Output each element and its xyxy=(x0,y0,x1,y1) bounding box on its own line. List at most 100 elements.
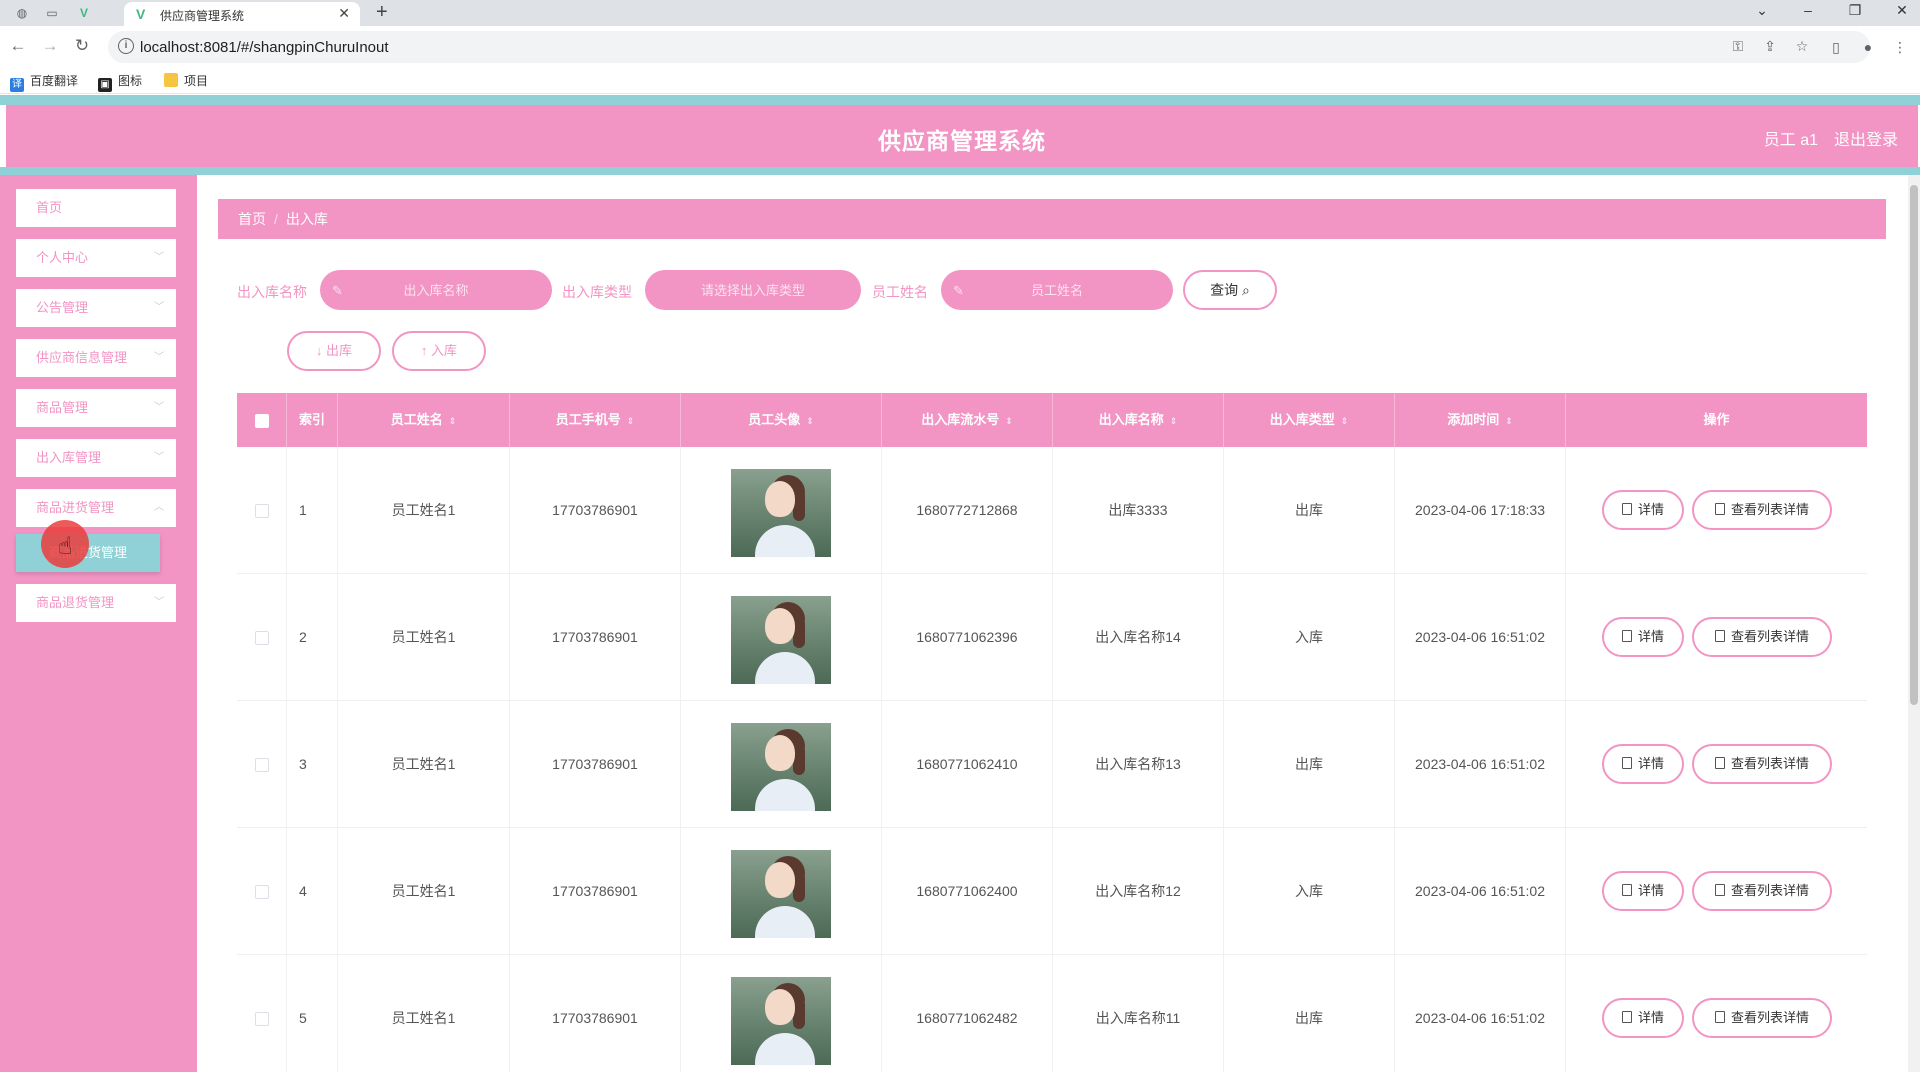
detail-button[interactable]: 详情 xyxy=(1602,617,1684,657)
sort-icon[interactable]: ⇕ xyxy=(449,416,457,426)
row-phone: 17703786901 xyxy=(510,701,681,828)
sidebar-item-home[interactable]: 首页 xyxy=(16,189,176,227)
type-select[interactable] xyxy=(645,270,861,310)
new-tab-icon[interactable]: + xyxy=(376,1,388,24)
staff-avatar[interactable] xyxy=(731,596,831,684)
tab-search-icon[interactable]: ⌄ xyxy=(1752,2,1772,19)
back-icon[interactable]: ← xyxy=(8,36,28,56)
list-detail-button[interactable]: 查看列表详情 xyxy=(1692,617,1832,657)
staff-avatar[interactable] xyxy=(731,850,831,938)
bookmark-project[interactable]: 项目 xyxy=(164,72,208,90)
list-detail-button[interactable]: 查看列表详情 xyxy=(1692,490,1832,530)
url-field[interactable]: i localhost:8081/#/shangpinChuruInout ⚿ … xyxy=(108,31,1870,63)
edit-icon: ✎ xyxy=(332,283,343,298)
row-staff-name: 员工姓名1 xyxy=(338,574,510,701)
table-row: 3 员工姓名1 17703786901 1680771062410 出入库名称1… xyxy=(237,701,1867,828)
name-search-input[interactable] xyxy=(320,270,552,310)
row-phone: 17703786901 xyxy=(510,447,681,574)
header-phone[interactable]: 员工手机号 ⇕ xyxy=(510,393,681,447)
share-icon[interactable]: ⇪ xyxy=(1760,38,1780,55)
star-icon[interactable]: ☆ xyxy=(1792,38,1812,55)
header-item-name[interactable]: 出入库名称 ⇕ xyxy=(1053,393,1224,447)
sidebar-item-return[interactable]: 商品退货管理 ﹀ xyxy=(16,584,176,622)
blank-tab-icon[interactable]: ▭ xyxy=(44,5,60,21)
scrollbar-thumb[interactable] xyxy=(1910,185,1918,705)
reload-icon[interactable]: ↻ xyxy=(72,36,92,56)
row-checkbox[interactable] xyxy=(254,885,269,900)
row-serial: 1680771062410 xyxy=(882,701,1053,828)
sort-icon[interactable]: ⇕ xyxy=(1341,416,1349,426)
sidebar-item-supplier[interactable]: 供应商信息管理 ﹀ xyxy=(16,339,176,377)
image-icon: ▣ xyxy=(98,78,112,92)
detail-button[interactable]: 详情 xyxy=(1602,744,1684,784)
header-staff-name[interactable]: 员工姓名 ⇕ xyxy=(338,393,510,447)
sort-icon[interactable]: ⇕ xyxy=(806,416,814,426)
table-row: 4 员工姓名1 17703786901 1680771062400 出入库名称1… xyxy=(237,828,1867,955)
staff-search-input[interactable] xyxy=(941,270,1173,310)
staff-avatar[interactable] xyxy=(731,469,831,557)
close-tab-icon[interactable]: ✕ xyxy=(338,5,350,22)
translate-icon: 译 xyxy=(10,78,24,92)
list-detail-button[interactable]: 查看列表详情 xyxy=(1692,871,1832,911)
in-button[interactable]: ↑ 入库 xyxy=(392,331,486,371)
more-icon[interactable]: ⋮ xyxy=(1890,39,1910,56)
header-time[interactable]: 添加时间 ⇕ xyxy=(1395,393,1566,447)
chevron-down-icon: ﹀ xyxy=(154,352,164,363)
vue-tab-icon[interactable]: V xyxy=(76,5,92,21)
sidebar-item-purchase[interactable]: 商品进货管理 ︿ xyxy=(16,489,176,527)
row-time: 2023-04-06 16:51:02 xyxy=(1395,828,1566,955)
sort-icon[interactable]: ⇕ xyxy=(1505,416,1513,426)
list-detail-button[interactable]: 查看列表详情 xyxy=(1692,998,1832,1038)
list-detail-button[interactable]: 查看列表详情 xyxy=(1692,744,1832,784)
header-avatar[interactable]: 员工头像 ⇕ xyxy=(681,393,882,447)
staff-avatar[interactable] xyxy=(731,723,831,811)
detail-button[interactable]: 详情 xyxy=(1602,490,1684,530)
select-all-checkbox[interactable] xyxy=(254,413,269,428)
name-search-label: 出入库名称 xyxy=(237,284,307,300)
app-header: 供应商管理系统 员工 a1 退出登录 xyxy=(6,105,1918,167)
sort-icon[interactable]: ⇕ xyxy=(1005,416,1013,426)
staff-avatar[interactable] xyxy=(731,977,831,1065)
row-checkbox[interactable] xyxy=(254,1012,269,1027)
row-phone: 17703786901 xyxy=(510,828,681,955)
bookmark-icons[interactable]: ▣ 图标 xyxy=(98,72,142,92)
key-icon[interactable]: ⚿ xyxy=(1728,38,1748,55)
sidebar-toggle-icon[interactable]: ▯ xyxy=(1826,39,1846,56)
row-index: 3 xyxy=(287,701,338,828)
detail-button[interactable]: 详情 xyxy=(1602,998,1684,1038)
sidebar-item-goods[interactable]: 商品管理 ﹀ xyxy=(16,389,176,427)
browser-tab-bar: ◍ ▭ V V 供应商管理系统 ✕ + ⌄ – ❐ ✕ xyxy=(0,0,1920,26)
sidebar-item-notice[interactable]: 公告管理 ﹀ xyxy=(16,289,176,327)
chevron-down-icon: ﹀ xyxy=(154,302,164,313)
bookmark-translate[interactable]: 译百度翻译 xyxy=(10,72,78,92)
row-item-name: 出入库名称11 xyxy=(1053,955,1224,1072)
sort-icon[interactable]: ⇕ xyxy=(627,416,635,426)
active-tab[interactable]: V 供应商管理系统 ✕ xyxy=(124,2,360,26)
out-button[interactable]: ↓ 出库 xyxy=(287,331,381,371)
url-text[interactable]: localhost:8081/#/shangpinChuruInout xyxy=(140,39,389,56)
document-icon xyxy=(1714,1011,1725,1023)
row-staff-name: 员工姓名1 xyxy=(338,701,510,828)
minimize-icon[interactable]: – xyxy=(1798,2,1818,18)
detail-button[interactable]: 详情 xyxy=(1602,871,1684,911)
header-type[interactable]: 出入库类型 ⇕ xyxy=(1224,393,1395,447)
row-checkbox[interactable] xyxy=(254,758,269,773)
sidebar-item-profile[interactable]: 个人中心 ﹀ xyxy=(16,239,176,277)
row-checkbox[interactable] xyxy=(254,504,269,519)
header-serial[interactable]: 出入库流水号 ⇕ xyxy=(882,393,1053,447)
forward-icon[interactable]: → xyxy=(40,36,60,56)
query-button[interactable]: 查询 ⌕ xyxy=(1183,270,1277,310)
sort-icon[interactable]: ⇕ xyxy=(1170,416,1178,426)
row-checkbox[interactable] xyxy=(254,631,269,646)
logout-link[interactable]: 退出登录 xyxy=(1834,126,1898,150)
breadcrumb-home[interactable]: 首页 xyxy=(238,211,266,227)
row-staff-name: 员工姓名1 xyxy=(338,447,510,574)
page-scrollbar[interactable] xyxy=(1908,175,1920,1072)
globe-icon[interactable]: ◍ xyxy=(14,5,30,21)
profile-icon[interactable]: ● xyxy=(1858,39,1878,55)
sidebar-item-inout[interactable]: 出入库管理 ﹀ xyxy=(16,439,176,477)
close-window-icon[interactable]: ✕ xyxy=(1892,2,1912,19)
site-info-icon[interactable]: i xyxy=(118,38,134,54)
restore-icon[interactable]: ❐ xyxy=(1845,2,1865,19)
tab-title: 供应商管理系统 xyxy=(160,9,245,23)
